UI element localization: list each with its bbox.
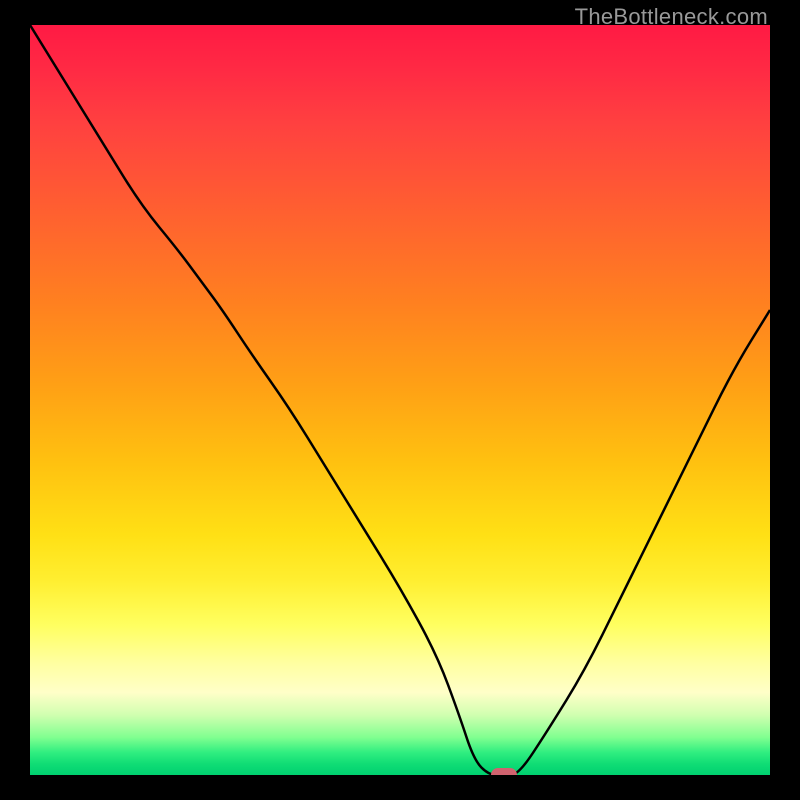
chart-container: TheBottleneck.com [0, 0, 800, 800]
optimal-point-marker [491, 768, 517, 775]
plot-area [30, 25, 770, 775]
bottleneck-curve [30, 25, 770, 775]
